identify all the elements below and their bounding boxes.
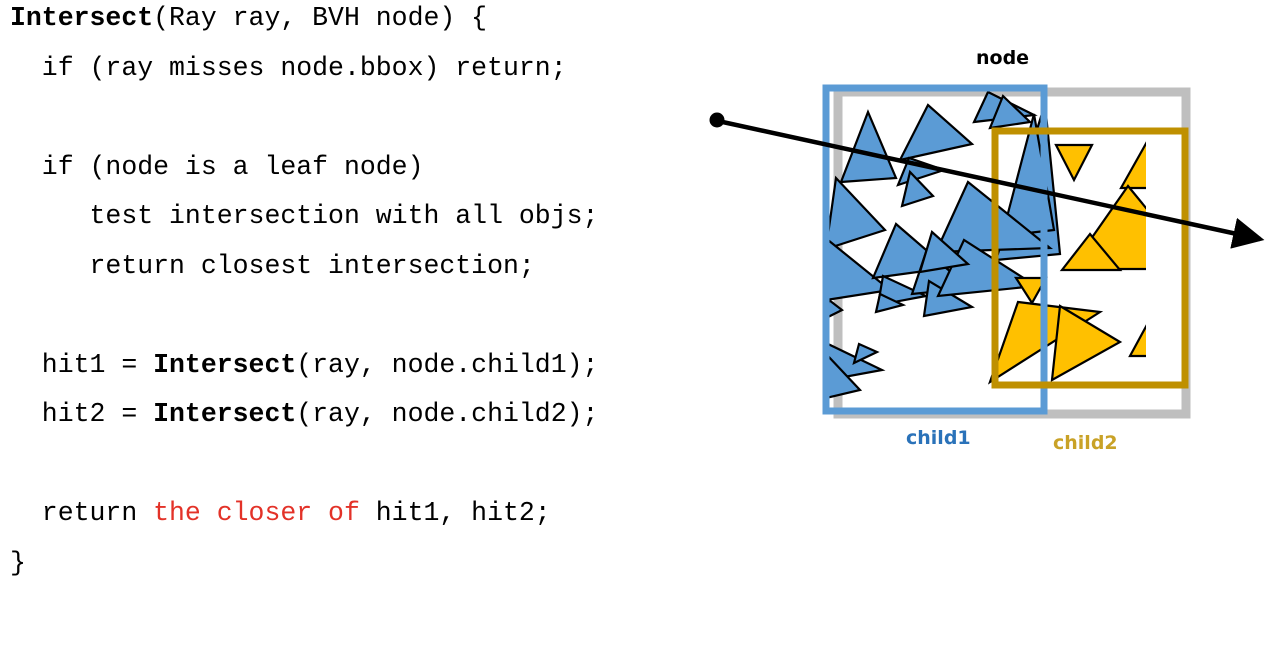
code-token: }: [10, 547, 26, 578]
code-line: if (node is a leaf node): [10, 151, 424, 182]
node-label: node: [976, 47, 1030, 69]
child1-label: child1: [906, 427, 971, 449]
code-token: the closer of: [153, 498, 360, 528]
code-token: (ray, node.child2);: [296, 399, 599, 429]
code-token: Intersect: [153, 349, 297, 380]
ray-origin-dot: [709, 112, 725, 128]
code-token: if (node is a leaf node): [10, 151, 424, 182]
code-token: (ray, node.child1);: [296, 349, 599, 380]
code-token: (Ray ray, BVH node) {: [153, 3, 488, 33]
code-token: return: [10, 498, 154, 528]
code-line: return closest intersection;: [10, 251, 535, 281]
code-line: Intersect(Ray ray, BVH node) {: [10, 3, 487, 33]
code-line: test intersection with all objs;: [10, 201, 599, 231]
code-line: }: [10, 548, 26, 578]
code-line: hit2 = Intersect(ray, node.child2);: [10, 399, 599, 429]
code-token: hit2 =: [10, 399, 154, 429]
child2-label: child2: [1053, 432, 1118, 454]
code-token: test intersection with all objs;: [10, 201, 599, 231]
code-token: Intersect: [153, 399, 297, 429]
code-line: hit1 = Intersect(ray, node.child1);: [10, 349, 599, 380]
code-line: return the closer of hit1, hit2;: [10, 498, 551, 528]
code-token: if (ray misses node.bbox) return;: [10, 52, 567, 83]
code-token: hit1 =: [10, 349, 154, 380]
code-token: Intersect: [10, 3, 154, 33]
code-token: return closest intersection;: [10, 250, 535, 281]
code-block: Intersect(Ray ray, BVH node) { if (ray m…: [0, 0, 745, 600]
bvh-diagram: node child1 child2: [700, 0, 1272, 645]
code-token: hit1, hit2;: [359, 498, 551, 528]
code-line: if (ray misses node.bbox) return;: [10, 53, 567, 83]
